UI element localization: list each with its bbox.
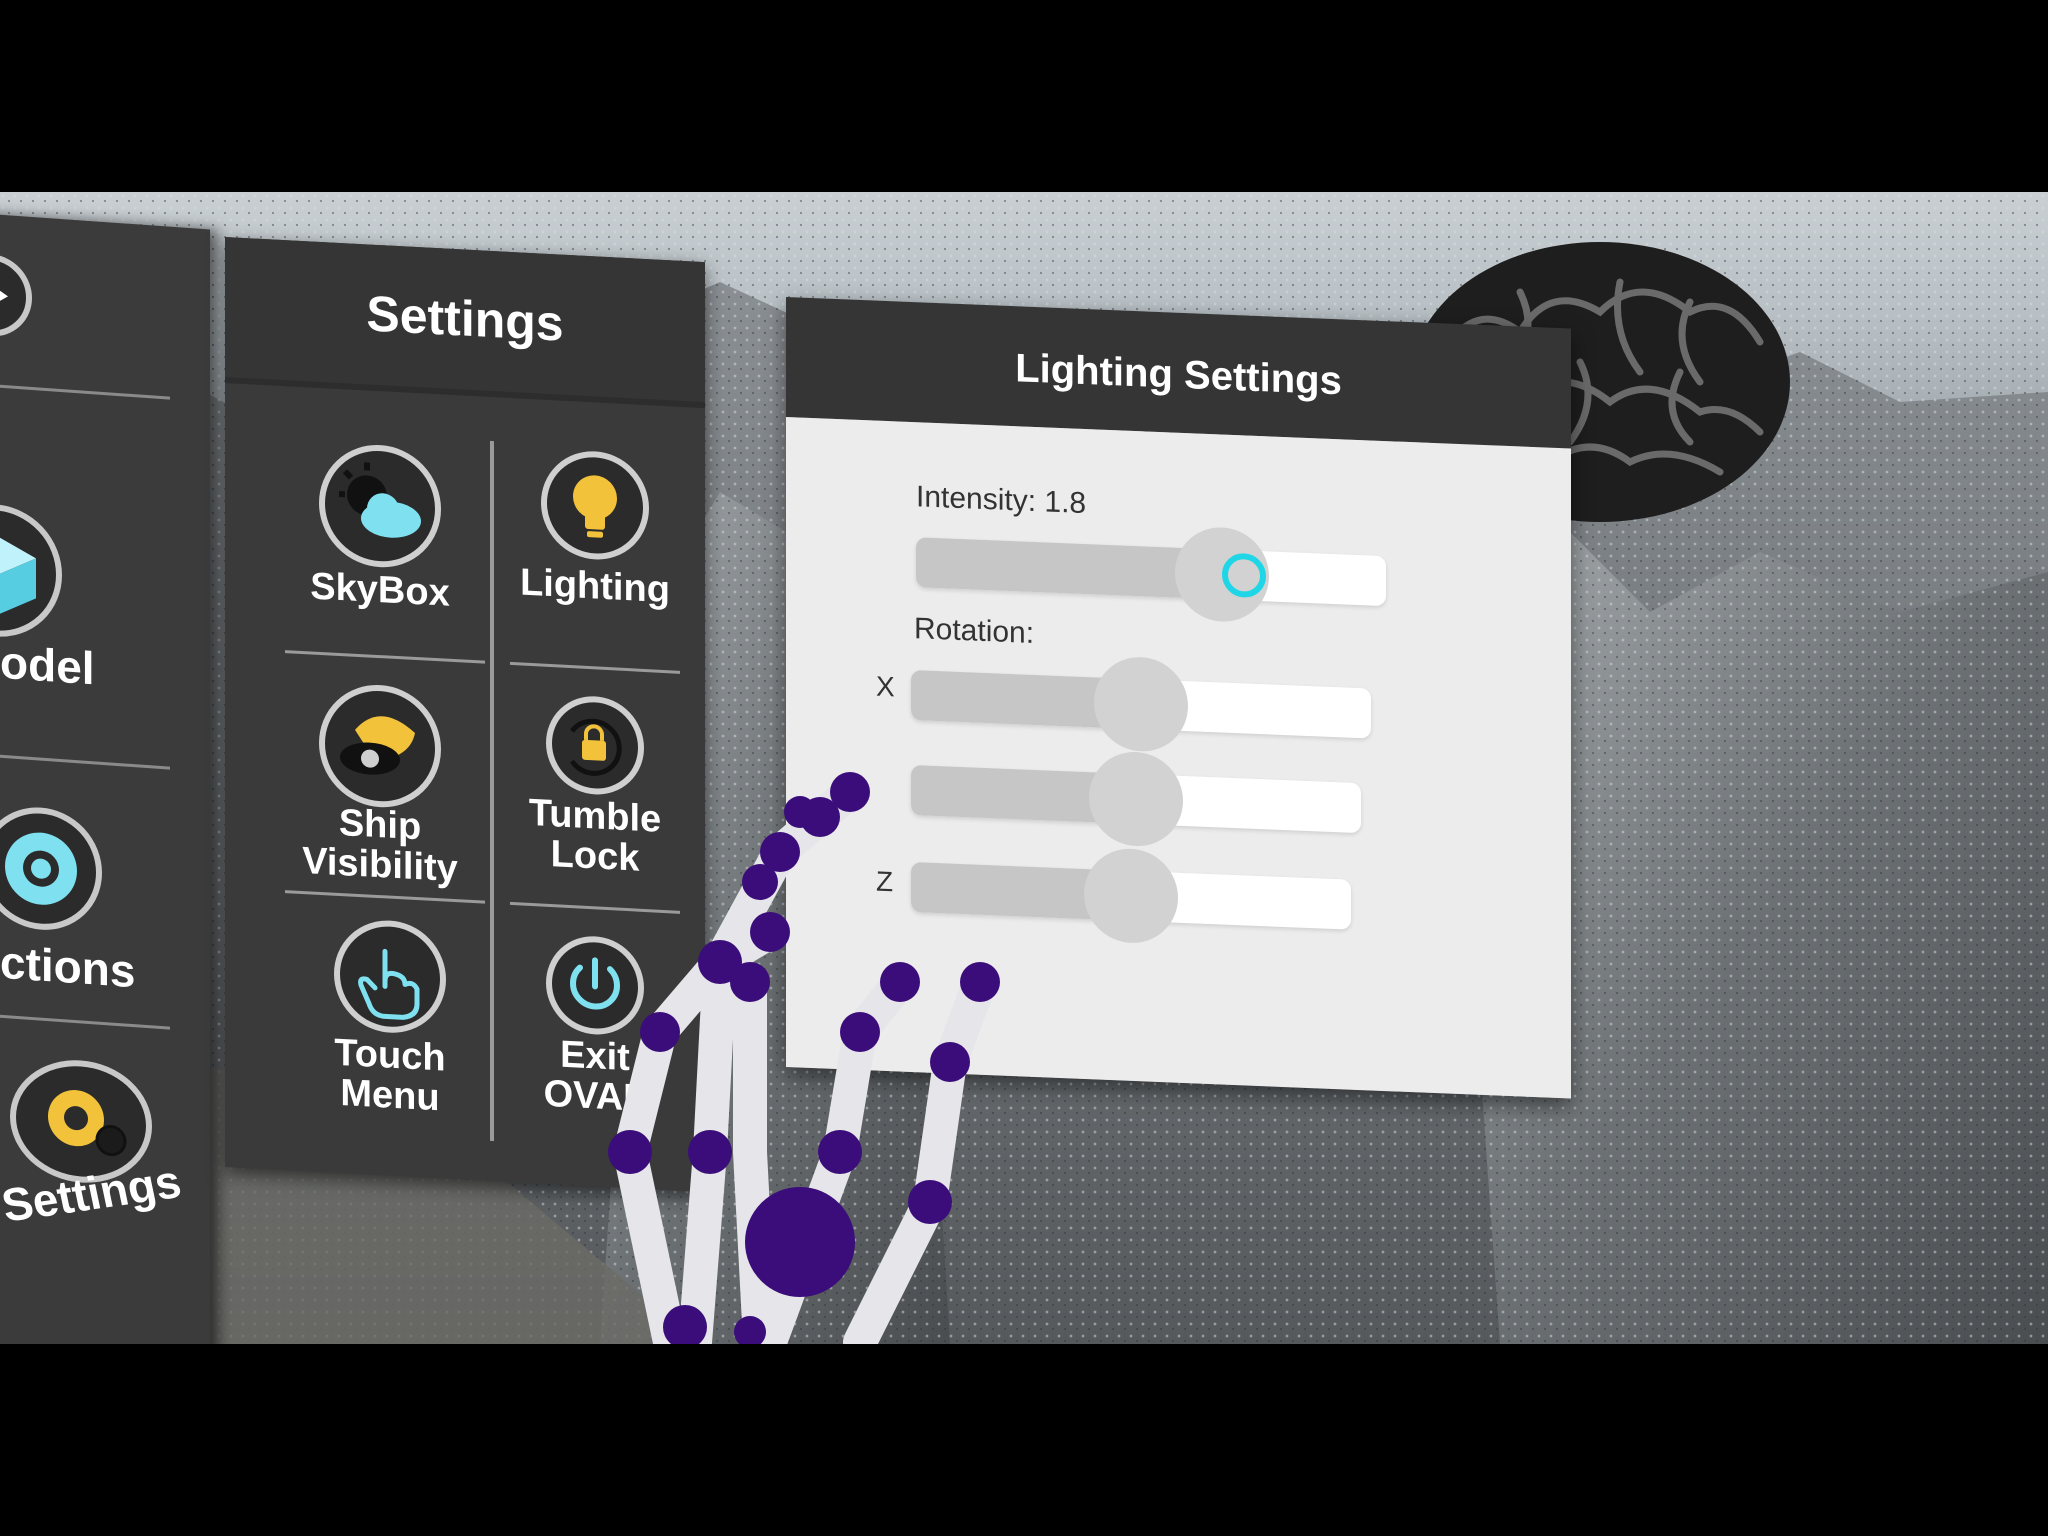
menu-divider [0,752,170,770]
skybox-icon [319,441,441,571]
cube-icon [0,499,62,642]
touch-menu-label: Touch Menu [285,1030,495,1121]
menu-item-label: ctions [0,935,136,998]
main-menu-panel: odel ctions Settings [0,212,210,1344]
hand-pointer-icon [334,917,446,1036]
skybox-button[interactable]: SkyBox [275,440,485,681]
rotation-label: Rotation: [914,612,1035,650]
gear-flower-icon [0,803,102,934]
settings-header: Settings [225,237,705,409]
rotation-x-slider[interactable] [911,655,1371,754]
vr-scene: odel ctions Settings Settings SkyBox Lig… [0,192,2048,1344]
ship-visibility-label: Ship Visibility [275,800,485,891]
eye-icon [319,681,441,811]
skybox-label: SkyBox [310,565,450,615]
rotation-x-axis-label: X [876,670,895,703]
lighting-label: Lighting [520,561,670,612]
settings-title: Settings [366,285,564,352]
intensity-slider[interactable] [916,525,1386,624]
lightbulb-icon [541,448,649,563]
menu-divider [0,1012,170,1030]
menu-item-label: odel [0,635,95,695]
menu-divider [0,382,170,400]
ship-visibility-button[interactable]: Ship Visibility [275,680,485,921]
virtual-hand [608,772,1000,1344]
lighting-button[interactable]: Lighting [500,446,690,686]
lighting-title: Lighting Settings [1015,346,1342,404]
intensity-label: Intensity: 1.8 [916,480,1087,521]
touch-menu-button[interactable]: Touch Menu [285,915,495,1156]
label-line: Visibility [302,840,458,891]
play-icon[interactable] [0,251,32,340]
